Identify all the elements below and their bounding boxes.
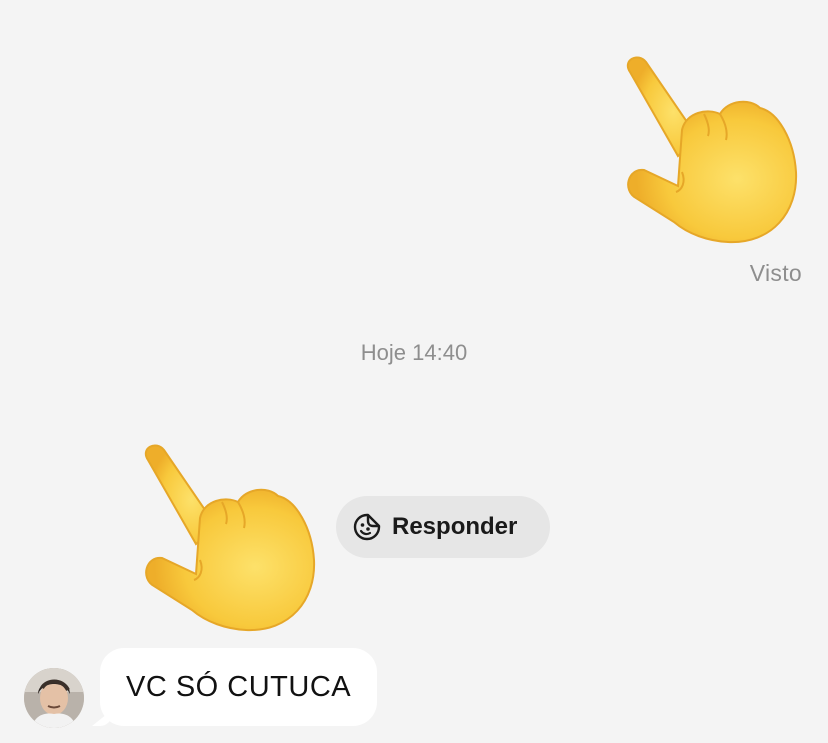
received-emoji-message[interactable]	[134, 440, 318, 634]
received-message-text: VC SÓ CUTUCA	[126, 670, 352, 703]
pointing-hand-emoji-icon	[627, 56, 798, 244]
seen-status: Visto	[749, 260, 802, 286]
contact-avatar[interactable]	[24, 668, 84, 728]
received-message-bubble[interactable]: VC SÓ CUTUCA	[92, 648, 378, 726]
sent-emoji-message[interactable]	[616, 52, 800, 246]
message-timestamp: Hoje 14:40	[360, 340, 468, 365]
sticker-smiley-icon	[352, 512, 382, 542]
chat-thread: Visto Hoje 14:40 Responder VC SÓ CUTUCA	[0, 0, 828, 743]
bubble-tail	[92, 710, 112, 726]
reply-button-label: Responder	[392, 513, 518, 540]
pointing-hand-emoji-icon	[145, 444, 316, 632]
reply-button[interactable]: Responder	[336, 496, 550, 558]
